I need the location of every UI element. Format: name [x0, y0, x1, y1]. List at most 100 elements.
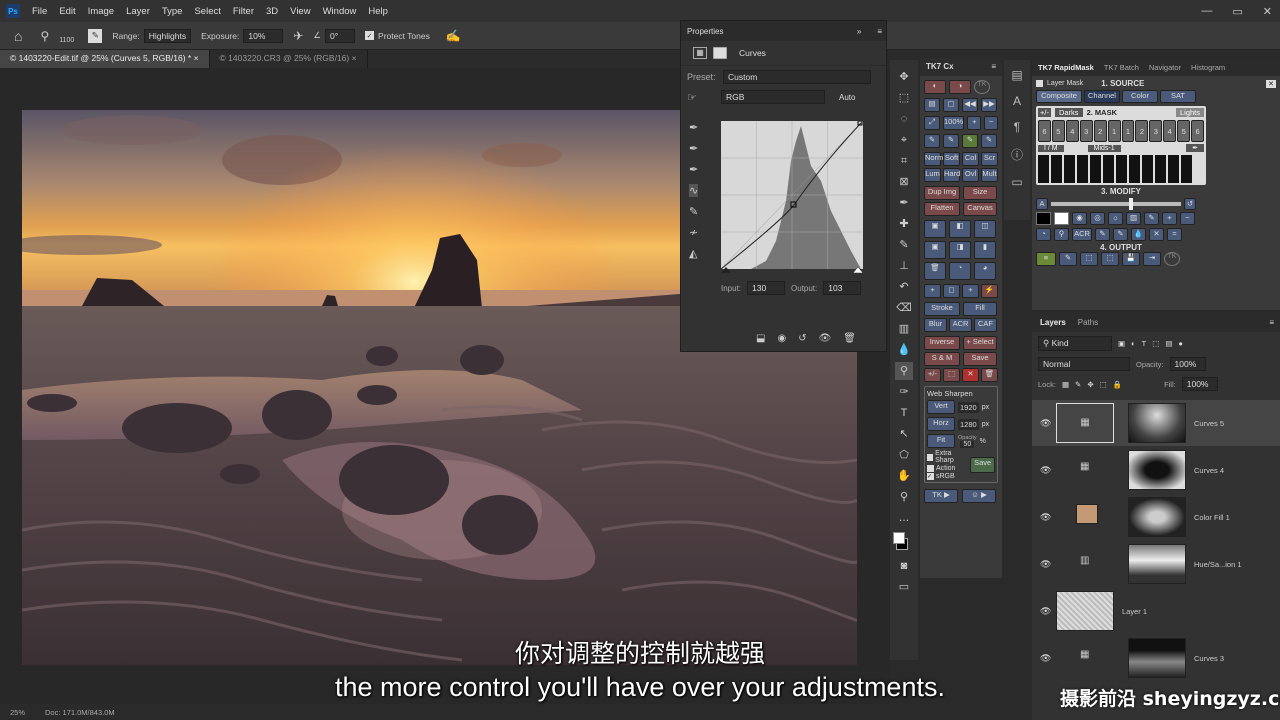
user-play-icon[interactable]: ☺ ▶ — [962, 489, 996, 503]
zone-11[interactable] — [1168, 155, 1179, 183]
quick-mask-icon[interactable]: ◙ — [895, 557, 913, 575]
filter-type-icon[interactable]: T — [1142, 339, 1147, 348]
angle-input[interactable]: 0° — [325, 28, 356, 43]
tk-tool-5-icon[interactable]: ◨ — [949, 241, 971, 259]
gradient-tool-icon[interactable]: ▥ — [895, 320, 913, 338]
hand-tool-icon[interactable]: ✋ — [895, 467, 913, 485]
tk-tool-2-icon[interactable]: ◧ — [949, 220, 971, 238]
menu-filter[interactable]: Filter — [227, 6, 260, 17]
clipping-icon[interactable]: ◭ — [689, 247, 698, 260]
zone-4[interactable] — [1077, 155, 1088, 183]
darks-2[interactable]: 2 — [1093, 120, 1107, 142]
black-swatch[interactable] — [1036, 212, 1051, 225]
lasso-tool-icon[interactable]: ◌ — [895, 110, 913, 128]
delete-icon[interactable]: 🗑 — [843, 333, 856, 344]
mask-pm-icon[interactable]: +/- — [1038, 108, 1051, 117]
modify-3-icon[interactable]: ◎ — [1090, 212, 1105, 225]
output-1-icon[interactable]: ≡ — [1036, 252, 1056, 266]
layer-row[interactable]: 👁 ▦ Curves 4 — [1032, 447, 1280, 493]
modify-slider[interactable] — [1051, 198, 1181, 210]
lights-6[interactable]: 6 — [1191, 120, 1205, 142]
dodge-tool-active-icon[interactable]: ⚲ — [895, 362, 913, 380]
blend-hard-button[interactable]: Hard — [943, 168, 960, 182]
lock-transparent-icon[interactable]: ▦ — [1062, 380, 1069, 389]
marquee-tool-icon[interactable]: ⬚ — [895, 89, 913, 107]
size-button[interactable]: Size — [963, 186, 997, 200]
tk-tool-9-icon[interactable]: ◕ — [974, 262, 996, 280]
fit-icon[interactable]: ⤢ — [924, 116, 940, 130]
modify-2-icon[interactable]: ◉ — [1072, 212, 1087, 225]
tk-sel-3-icon[interactable]: ✕ — [962, 368, 979, 382]
new-doc-icon[interactable]: ▢ — [943, 98, 959, 112]
vert-button[interactable]: Vert — [927, 400, 955, 414]
type-tool-icon[interactable]: T — [895, 404, 913, 422]
menu-layer[interactable]: Layer — [120, 6, 156, 17]
fit-button[interactable]: Fit — [927, 434, 955, 448]
tk-tool-6-icon[interactable]: ▮ — [974, 241, 996, 259]
web-save-button[interactable]: Save — [970, 457, 995, 473]
rapid-close-icon[interactable]: ✕ — [1266, 79, 1276, 88]
eyedropper-black-icon[interactable]: ✒ — [689, 121, 698, 134]
brush-green-icon[interactable]: ✎ — [962, 134, 978, 148]
brush-size[interactable]: 1100 — [59, 37, 74, 44]
smooth-icon[interactable]: ≁ — [689, 226, 698, 239]
modify-5-icon[interactable]: ▨ — [1126, 212, 1141, 225]
zone-8[interactable] — [1129, 155, 1140, 183]
zone-sliders[interactable] — [1038, 155, 1204, 183]
zone-3[interactable] — [1064, 155, 1075, 183]
output-2-icon[interactable]: ✎ — [1059, 252, 1077, 266]
darks-1[interactable]: 1 — [1107, 120, 1121, 142]
output-4-icon[interactable]: ⬚ — [1101, 252, 1119, 266]
menu-select[interactable]: Select — [188, 6, 226, 17]
acr-button[interactable]: ACR — [949, 318, 972, 332]
darks-label[interactable]: Darks — [1054, 108, 1083, 117]
character-icon[interactable]: A — [1013, 94, 1021, 108]
visibility-eye-icon[interactable]: 👁 — [1040, 606, 1051, 617]
output-5-icon[interactable]: 💾 — [1122, 252, 1140, 266]
modify-14-icon[interactable]: ✕ — [1149, 228, 1164, 241]
zone-12[interactable] — [1181, 155, 1192, 183]
lights-3[interactable]: 3 — [1149, 120, 1163, 142]
modify-a-icon[interactable]: A — [1036, 198, 1048, 210]
filter-pixel-icon[interactable]: ▣ — [1118, 339, 1125, 348]
stamp-tool-icon[interactable]: ⊥ — [895, 257, 913, 275]
eraser-tool-icon[interactable]: ⌫ — [895, 299, 913, 317]
darks-5[interactable]: 5 — [1051, 120, 1065, 142]
zone-5[interactable] — [1090, 155, 1101, 183]
lights-5[interactable]: 5 — [1177, 120, 1191, 142]
menu-edit[interactable]: Edit — [53, 6, 81, 17]
quick-select-icon[interactable]: ⌖ — [895, 131, 913, 149]
dup-img-button[interactable]: Dup Img — [924, 186, 960, 200]
zoom-in-icon[interactable]: + — [967, 116, 982, 130]
panel-collapse-icon[interactable]: » — [857, 27, 861, 36]
lock-artboard-icon[interactable]: ⬚ — [1100, 380, 1107, 389]
visibility-eye-icon[interactable]: 👁 — [1040, 418, 1051, 429]
tab-cr3[interactable]: © 1403220.CR3 @ 25% (RGB/16) × — [210, 50, 368, 68]
zone-6[interactable] — [1103, 155, 1114, 183]
lock-pixels-icon[interactable]: ✎ — [1075, 380, 1081, 389]
modify-13-icon[interactable]: 💧 — [1131, 228, 1146, 241]
folder-icon[interactable]: ▤ — [924, 98, 940, 112]
inverse-button[interactable]: Inverse — [924, 336, 960, 350]
white-swatch[interactable] — [1054, 212, 1069, 225]
filter-toggle-icon[interactable]: ● — [1178, 339, 1183, 348]
auto-button[interactable]: Auto — [839, 93, 855, 102]
panel-menu-icon[interactable]: ≡ — [877, 27, 882, 36]
modify-4-icon[interactable]: ☼ — [1108, 212, 1123, 225]
menu-image[interactable]: Image — [82, 6, 120, 17]
libraries-icon[interactable]: ▭ — [1011, 175, 1022, 189]
layer-row[interactable]: 👁 Layer 1 — [1032, 588, 1280, 634]
shape-tool-icon[interactable]: ⬠ — [895, 446, 913, 464]
eyedropper-gray-icon[interactable]: ✒ — [689, 142, 698, 155]
extra-sharp-checkbox[interactable] — [927, 453, 934, 461]
fill-input[interactable]: 100% — [1181, 377, 1218, 391]
menu-3d[interactable]: 3D — [260, 6, 284, 17]
tk-mini-4-icon[interactable]: ⚡ — [981, 284, 998, 298]
color-swatches-icon[interactable] — [893, 530, 915, 554]
layer-mask-thumbnail[interactable] — [1128, 450, 1186, 490]
forward-icon[interactable]: ▶▶ — [981, 98, 997, 112]
source-sat[interactable]: SAT — [1160, 90, 1196, 103]
filter-kind-select[interactable]: ⚲ Kind — [1038, 336, 1112, 351]
mask-icon[interactable] — [713, 47, 727, 59]
source-color[interactable]: Color — [1122, 90, 1158, 103]
